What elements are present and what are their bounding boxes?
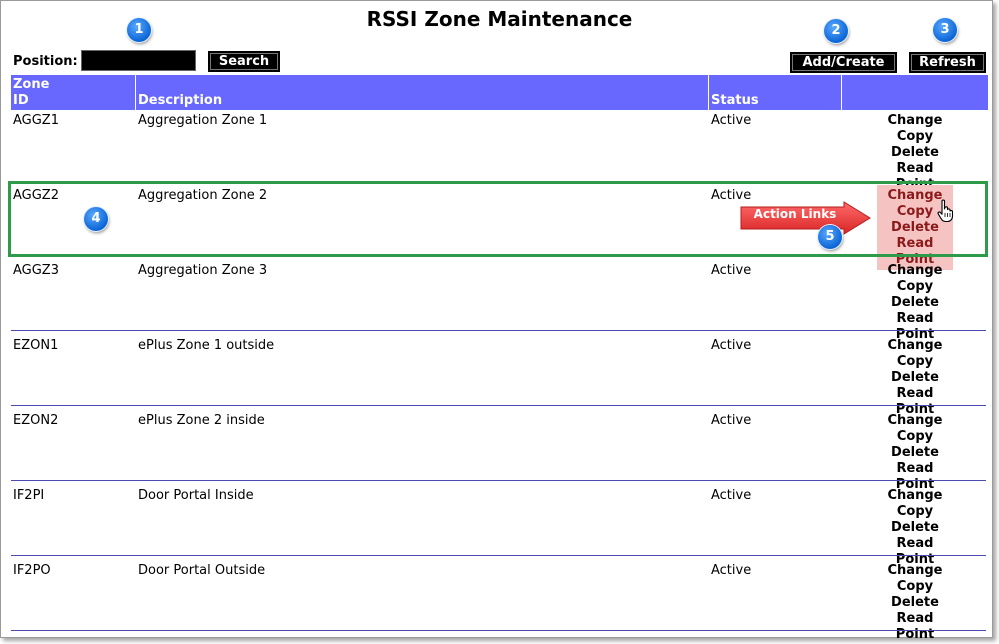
change-link[interactable]: Change bbox=[877, 263, 953, 279]
cell-zone-id: EZON1 bbox=[13, 338, 59, 353]
change-link[interactable]: Change bbox=[877, 488, 953, 504]
action-links: Change Copy Delete Read Point bbox=[877, 563, 953, 643]
cell-zone-id: IF2PI bbox=[13, 488, 45, 503]
action-links: Change Copy Delete Read Point bbox=[877, 338, 953, 418]
callout-label: Action Links bbox=[753, 207, 837, 221]
row-divider bbox=[11, 630, 986, 631]
delete-link[interactable]: Delete bbox=[877, 145, 953, 161]
cell-zone-id: IF2PO bbox=[13, 563, 51, 578]
table-row: EZON2 ePlus Zone 2 inside Active Change … bbox=[11, 410, 988, 492]
row-divider bbox=[11, 330, 986, 331]
callout-badge-4: 4 bbox=[84, 207, 108, 231]
table-row: AGGZ1 Aggregation Zone 1 Active Change C… bbox=[11, 110, 988, 192]
cell-description: Door Portal Inside bbox=[138, 488, 254, 503]
delete-link[interactable]: Delete bbox=[877, 445, 953, 461]
table-row: IF2PO Door Portal Outside Active Change … bbox=[11, 560, 988, 642]
search-button[interactable]: Search bbox=[208, 51, 280, 72]
cell-description: Aggregation Zone 3 bbox=[138, 263, 268, 278]
table-row: EZON1 ePlus Zone 1 outside Active Change… bbox=[11, 335, 988, 417]
cell-status: Active bbox=[711, 338, 752, 353]
action-links: Change Copy Delete Read Point bbox=[877, 413, 953, 493]
action-links-callout: Action Links bbox=[740, 201, 872, 235]
callout-badge-2: 2 bbox=[824, 19, 848, 43]
cell-zone-id: EZON2 bbox=[13, 413, 59, 428]
copy-link[interactable]: Copy bbox=[877, 504, 953, 520]
row-divider bbox=[11, 480, 986, 481]
cell-description: ePlus Zone 1 outside bbox=[138, 338, 275, 353]
callout-badge-5: 5 bbox=[818, 225, 842, 249]
cell-description: Aggregation Zone 2 bbox=[138, 188, 268, 203]
copy-link[interactable]: Copy bbox=[877, 579, 953, 595]
refresh-button[interactable]: Refresh bbox=[909, 52, 986, 73]
column-header-zone-id-line1: Zone bbox=[13, 77, 50, 92]
column-header-zone-id-line2: ID bbox=[13, 93, 29, 108]
cell-description: Door Portal Outside bbox=[138, 563, 266, 578]
delete-link[interactable]: Delete bbox=[877, 595, 953, 611]
position-input[interactable] bbox=[81, 50, 196, 71]
cell-description: Aggregation Zone 1 bbox=[138, 113, 268, 128]
delete-link[interactable]: Delete bbox=[877, 520, 953, 536]
row-divider bbox=[11, 405, 986, 406]
delete-link[interactable]: Delete bbox=[877, 295, 953, 311]
table-row: AGGZ3 Aggregation Zone 3 Active Change C… bbox=[11, 260, 988, 342]
callout-badge-3: 3 bbox=[933, 18, 957, 42]
table-header: Zone ID Description Status bbox=[11, 75, 988, 110]
copy-link[interactable]: Copy bbox=[877, 279, 953, 295]
cell-status: Active bbox=[711, 263, 752, 278]
change-link[interactable]: Change bbox=[877, 413, 953, 429]
cell-zone-id: AGGZ2 bbox=[13, 188, 59, 203]
change-link[interactable]: Change bbox=[877, 563, 953, 579]
read-point-link[interactable]: Read Point bbox=[877, 611, 953, 643]
copy-link[interactable]: Copy bbox=[877, 354, 953, 370]
cell-zone-id: AGGZ3 bbox=[13, 263, 59, 278]
cell-status: Active bbox=[711, 488, 752, 503]
copy-link[interactable]: Copy bbox=[877, 429, 953, 445]
cell-status: Active bbox=[711, 113, 752, 128]
table-row: IF2PI Door Portal Inside Active Change C… bbox=[11, 485, 988, 567]
cell-description: ePlus Zone 2 inside bbox=[138, 413, 265, 428]
action-links: Change Copy Delete Read Point bbox=[877, 113, 953, 193]
action-links: Change Copy Delete Read Point bbox=[877, 263, 953, 343]
change-link[interactable]: Change bbox=[877, 338, 953, 354]
row-divider bbox=[11, 555, 986, 556]
action-links: Change Copy Delete Read Point bbox=[877, 488, 953, 568]
position-label: Position: bbox=[13, 54, 78, 69]
cell-status: Active bbox=[711, 413, 752, 428]
column-divider bbox=[135, 75, 136, 110]
delete-link[interactable]: Delete bbox=[877, 370, 953, 386]
hand-cursor-icon bbox=[937, 199, 954, 223]
cell-status: Active bbox=[711, 563, 752, 578]
cell-zone-id: AGGZ1 bbox=[13, 113, 59, 128]
column-divider bbox=[841, 75, 842, 110]
column-header-zone-id: Zone ID bbox=[13, 77, 133, 112]
copy-link[interactable]: Copy bbox=[877, 129, 953, 145]
add-create-button[interactable]: Add/Create bbox=[790, 52, 897, 73]
callout-badge-1: 1 bbox=[127, 18, 151, 42]
column-divider bbox=[708, 75, 709, 110]
change-link[interactable]: Change bbox=[877, 113, 953, 129]
action-links: Change Copy Delete Read Point bbox=[877, 185, 953, 270]
